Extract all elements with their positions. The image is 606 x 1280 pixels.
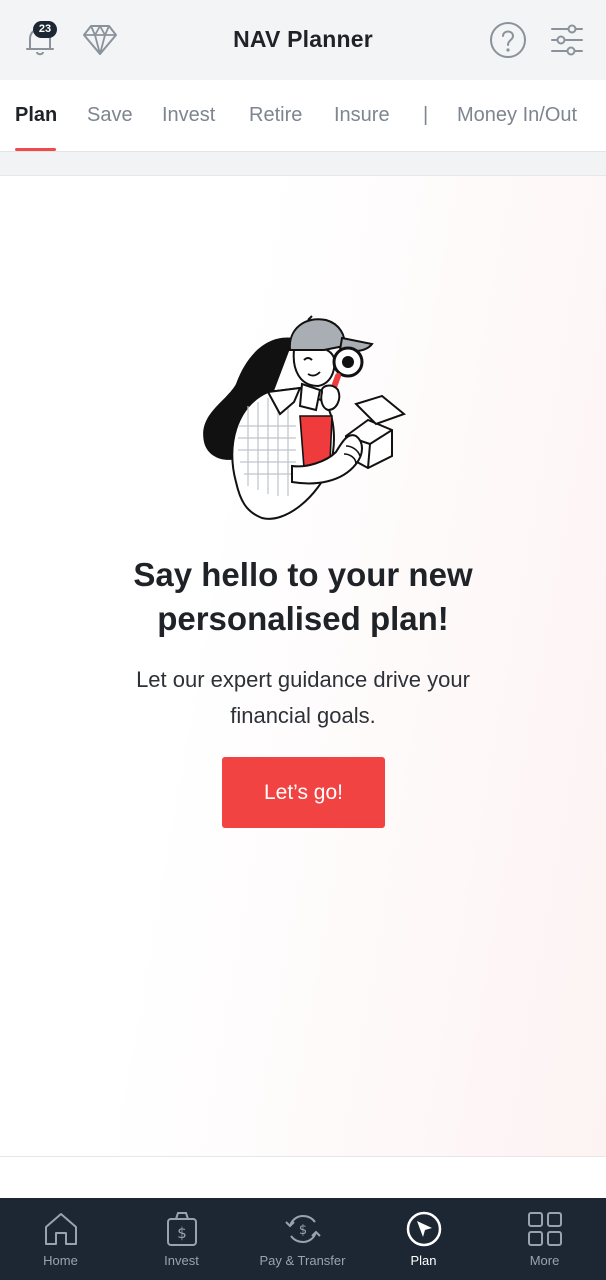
- active-tab-indicator: [15, 148, 56, 151]
- tab-money-in-out[interactable]: Money In/Out: [457, 104, 577, 127]
- tab-bar: Plan Save Invest Retire Insure | Money I…: [0, 80, 606, 152]
- subtext-line-2: financial goals.: [230, 703, 376, 728]
- plan-headline: Say hello to your new personalised plan!: [30, 553, 576, 641]
- tab-retire[interactable]: Retire: [249, 104, 302, 127]
- nav-plan[interactable]: Plan: [363, 1198, 484, 1280]
- headline-line-1: Say hello to your new: [133, 556, 473, 593]
- cursor-circle-icon: [406, 1211, 442, 1247]
- nav-more[interactable]: More: [484, 1198, 605, 1280]
- help-button[interactable]: [488, 20, 528, 60]
- transfer-icon: $: [285, 1214, 321, 1244]
- nav-pay-transfer-label: Pay & Transfer: [259, 1253, 346, 1268]
- tab-save[interactable]: Save: [87, 104, 133, 127]
- headline-line-2: personalised plan!: [157, 600, 449, 637]
- settings-button[interactable]: [547, 20, 587, 60]
- nav-pay-transfer[interactable]: $ Pay & Transfer: [242, 1198, 363, 1280]
- tab-insure[interactable]: Insure: [334, 104, 390, 127]
- grid-icon: [528, 1212, 562, 1246]
- tab-plan[interactable]: Plan: [15, 104, 57, 127]
- plan-subtext: Let our expert guidance drive your finan…: [60, 662, 546, 734]
- bottom-nav: Home $ Invest $ Pay & Transfer Plan More: [0, 1198, 606, 1280]
- app-header: 23 NAV Planner: [0, 0, 606, 80]
- money-bag-icon: $: [167, 1212, 197, 1246]
- divider-band: [0, 152, 606, 176]
- help-icon: [490, 22, 526, 58]
- tab-invest[interactable]: Invest: [162, 104, 215, 127]
- tab-separator: |: [423, 104, 429, 126]
- nav-home-label: Home: [43, 1253, 78, 1268]
- detective-woman-illustration: [203, 315, 407, 520]
- footer-strip: [0, 1156, 606, 1198]
- sliders-icon: [551, 24, 583, 56]
- nav-home[interactable]: Home: [0, 1198, 121, 1280]
- nav-more-label: More: [529, 1253, 560, 1268]
- nav-invest-label: Invest: [164, 1253, 199, 1268]
- nav-invest[interactable]: $ Invest: [121, 1198, 242, 1280]
- nav-plan-label: Plan: [410, 1253, 437, 1268]
- lets-go-button[interactable]: Let’s go!: [222, 757, 385, 828]
- home-icon: [45, 1213, 77, 1245]
- svg-text:$: $: [177, 1224, 187, 1242]
- plan-intro-panel: Say hello to your new personalised plan!…: [0, 176, 606, 1156]
- subtext-line-1: Let our expert guidance drive your: [136, 667, 470, 692]
- svg-text:$: $: [299, 1223, 307, 1238]
